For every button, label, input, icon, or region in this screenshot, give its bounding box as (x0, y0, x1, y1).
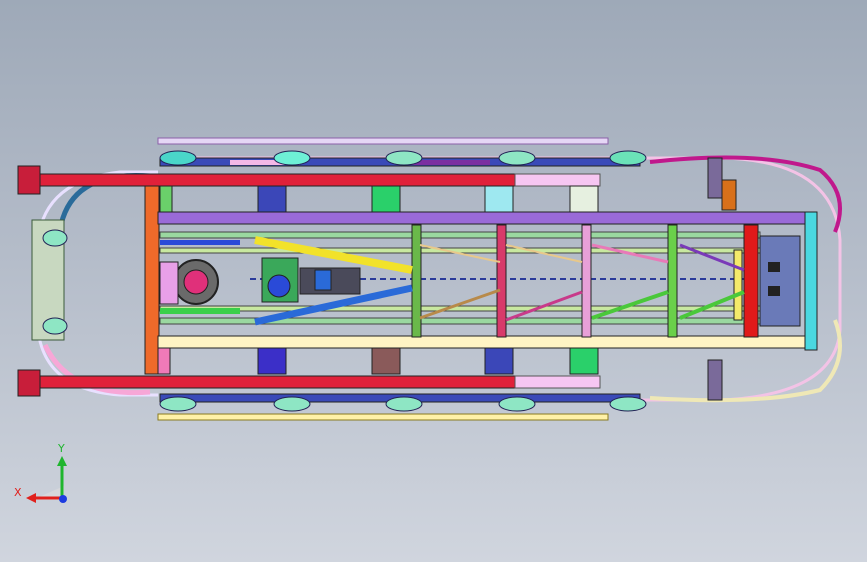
z-axis-dot (59, 495, 67, 503)
left-wheel-bottom (42, 317, 68, 335)
right-end-bar (804, 211, 818, 351)
y-axis-label: Y (57, 442, 65, 455)
drive-plate (159, 261, 179, 305)
x-axis-arrowhead (26, 493, 36, 503)
bottom-rail (19, 375, 641, 421)
cad-viewport[interactable]: Y X (0, 0, 867, 562)
right-end-slot-1 (768, 262, 780, 272)
drive-bar-bottom (160, 308, 240, 314)
chassis-assembly-model[interactable] (0, 0, 867, 562)
right-post-bottom (707, 359, 723, 401)
cross-member-3 (581, 224, 592, 338)
right-end-slot-2 (768, 286, 780, 296)
bracket-j (569, 347, 599, 375)
drive-pulley-hub (183, 269, 209, 295)
end-cap-bottom-left (17, 369, 41, 397)
y-axis-arrowhead (57, 456, 67, 466)
bracket-a (159, 185, 173, 213)
right-post-top (707, 157, 723, 199)
motor-terminal (314, 269, 332, 291)
coordinate-triad-icon: Y X (14, 442, 67, 503)
drive-bar-top (160, 240, 240, 245)
right-end-block (759, 235, 801, 327)
bracket-h (371, 347, 401, 375)
cross-member-4 (667, 224, 678, 338)
right-bracket-orange (721, 179, 737, 211)
beam-lower-cream (157, 335, 809, 349)
cross-member-1 (411, 224, 422, 338)
bracket-g (257, 347, 287, 375)
frame-upright-left (144, 185, 160, 375)
diagonal-green (591, 290, 669, 320)
cross-member-yellow (733, 249, 743, 321)
bracket-c (371, 185, 401, 213)
x-axis-label: X (14, 486, 22, 499)
diagonal-tan (419, 288, 501, 320)
bracket-d (484, 185, 514, 213)
left-wheel-top (42, 229, 68, 247)
coordinate-triad[interactable]: Y X (14, 442, 84, 512)
beam-upper-purple (157, 211, 809, 225)
top-rail (19, 137, 641, 187)
bracket-e (569, 185, 599, 213)
bracket-i (484, 347, 514, 375)
cross-member-2 (496, 224, 507, 338)
gear-motor-shaft (267, 274, 291, 298)
bracket-f (157, 347, 171, 375)
bracket-b (257, 185, 287, 213)
cross-member-red (743, 224, 759, 338)
end-cap-top-left (17, 165, 41, 195)
